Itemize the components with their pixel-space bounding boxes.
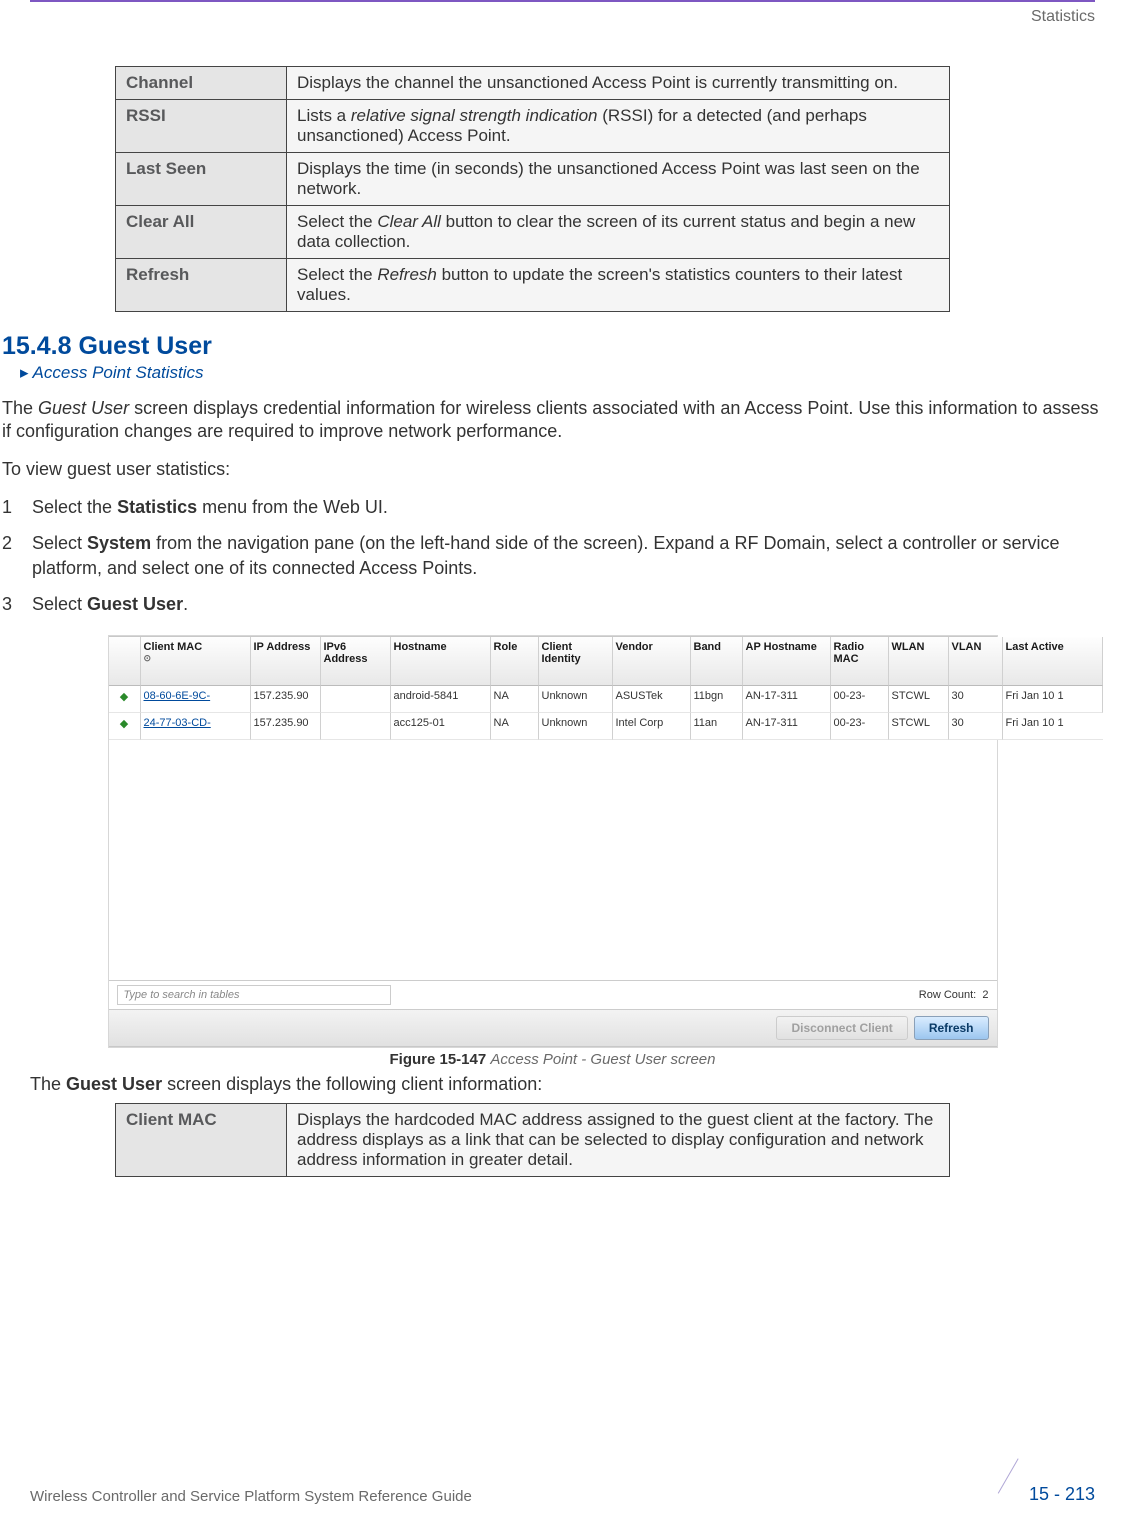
step-item: Select the Statistics menu from the Web …: [2, 495, 1105, 519]
col-ip-address[interactable]: IP Address: [251, 637, 321, 686]
refresh-button[interactable]: Refresh: [914, 1016, 989, 1040]
action-bar: Disconnect Client Refresh: [109, 1009, 997, 1046]
search-input[interactable]: [117, 985, 391, 1005]
cell-host: acc125-01: [391, 713, 491, 740]
guest-user-screenshot: Client MAC⊙ IP Address IPv6 Address Host…: [109, 636, 997, 1047]
col-client-identity[interactable]: Client Identity: [539, 637, 613, 686]
page-footer: Wireless Controller and Service Platform…: [0, 1484, 1125, 1505]
def-label: Client MAC: [116, 1104, 287, 1177]
cell-wlan: STCWL: [889, 686, 949, 713]
col-vendor[interactable]: Vendor: [613, 637, 691, 686]
disconnect-client-button[interactable]: Disconnect Client: [776, 1016, 907, 1040]
cell-aphost: AN-17-311: [743, 713, 831, 740]
cell-ipv6: [321, 686, 391, 713]
def-label: RSSI: [116, 100, 287, 153]
def-desc: Lists a relative signal strength indicat…: [287, 100, 950, 153]
row-count: Row Count: 2: [919, 989, 989, 1001]
def-label: Refresh: [116, 259, 287, 312]
client-mac-link[interactable]: 24-77-03-CD-: [141, 713, 251, 740]
breadcrumb: Access Point Statistics: [20, 363, 1105, 383]
cell-ip: 157.235.90: [251, 713, 321, 740]
cell-role: NA: [491, 686, 539, 713]
empty-rows-area: [109, 740, 997, 980]
cell-vendor: Intel Corp: [613, 713, 691, 740]
cell-vendor: ASUSTek: [613, 686, 691, 713]
cell-wlan: STCWL: [889, 713, 949, 740]
status-icon: ◆: [109, 686, 141, 713]
cell-radio: 00-23-: [831, 713, 889, 740]
col-wlan[interactable]: WLAN: [889, 637, 949, 686]
def-desc: Displays the hardcoded MAC address assig…: [287, 1104, 950, 1177]
definition-table-2: Client MAC Displays the hardcoded MAC ad…: [115, 1103, 950, 1177]
section-heading: 15.4.8 Guest User: [2, 332, 1105, 361]
col-client-mac[interactable]: Client MAC⊙: [141, 637, 251, 686]
figure-caption: Figure 15-147 Access Point - Guest User …: [0, 1051, 1105, 1068]
col-vlan[interactable]: VLAN: [949, 637, 1003, 686]
def-label: Last Seen: [116, 153, 287, 206]
col-hostname[interactable]: Hostname: [391, 637, 491, 686]
col-band[interactable]: Band: [691, 637, 743, 686]
cell-cid: Unknown: [539, 686, 613, 713]
cell-last: Fri Jan 10 1: [1003, 686, 1103, 713]
def-desc: Displays the channel the unsanctioned Ac…: [287, 67, 950, 100]
cell-radio: 00-23-: [831, 686, 889, 713]
sort-indicator-icon: ⊙: [144, 654, 203, 664]
def-desc: Displays the time (in seconds) the unsan…: [287, 153, 950, 206]
status-icon: ◆: [109, 713, 141, 740]
cell-role: NA: [491, 713, 539, 740]
cell-aphost: AN-17-311: [743, 686, 831, 713]
col-role[interactable]: Role: [491, 637, 539, 686]
client-mac-link[interactable]: 08-60-6E-9C-: [141, 686, 251, 713]
header-section: Statistics: [0, 2, 1125, 66]
col-last-active[interactable]: Last Active: [1003, 637, 1103, 686]
guest-user-table: Client MAC⊙ IP Address IPv6 Address Host…: [109, 637, 997, 740]
def-desc: Select the Clear All button to clear the…: [287, 206, 950, 259]
cell-vlan: 30: [949, 686, 1003, 713]
intro2: To view guest user statistics:: [2, 458, 1105, 481]
step-item: Select Guest User.: [2, 592, 1105, 616]
definition-table-1: Channel Displays the channel the unsanct…: [115, 66, 950, 312]
col-icon[interactable]: [109, 637, 141, 686]
steps-list: Select the Statistics menu from the Web …: [2, 495, 1105, 616]
cell-ip: 157.235.90: [251, 686, 321, 713]
def-desc: Select the Refresh button to update the …: [287, 259, 950, 312]
col-ap-hostname[interactable]: AP Hostname: [743, 637, 831, 686]
step-item: Select System from the navigation pane (…: [2, 531, 1105, 580]
intro-paragraph: The Guest User screen displays credentia…: [2, 397, 1105, 444]
cell-band: 11an: [691, 713, 743, 740]
cell-last: Fri Jan 10 1: [1003, 713, 1103, 740]
cell-host: android-5841: [391, 686, 491, 713]
cell-band: 11bgn: [691, 686, 743, 713]
cell-cid: Unknown: [539, 713, 613, 740]
col-ipv6-address[interactable]: IPv6 Address: [321, 637, 391, 686]
cell-vlan: 30: [949, 713, 1003, 740]
below-figure-text: The Guest User screen displays the follo…: [30, 1074, 1105, 1095]
def-label: Channel: [116, 67, 287, 100]
cell-ipv6: [321, 713, 391, 740]
def-label: Clear All: [116, 206, 287, 259]
page-number: 15 - 213: [1023, 1484, 1095, 1505]
footer-left: Wireless Controller and Service Platform…: [30, 1488, 472, 1505]
col-radio-mac[interactable]: Radio MAC: [831, 637, 889, 686]
page-slash-icon: [998, 1458, 1054, 1513]
table-footer-bar: Row Count: 2: [109, 980, 997, 1009]
